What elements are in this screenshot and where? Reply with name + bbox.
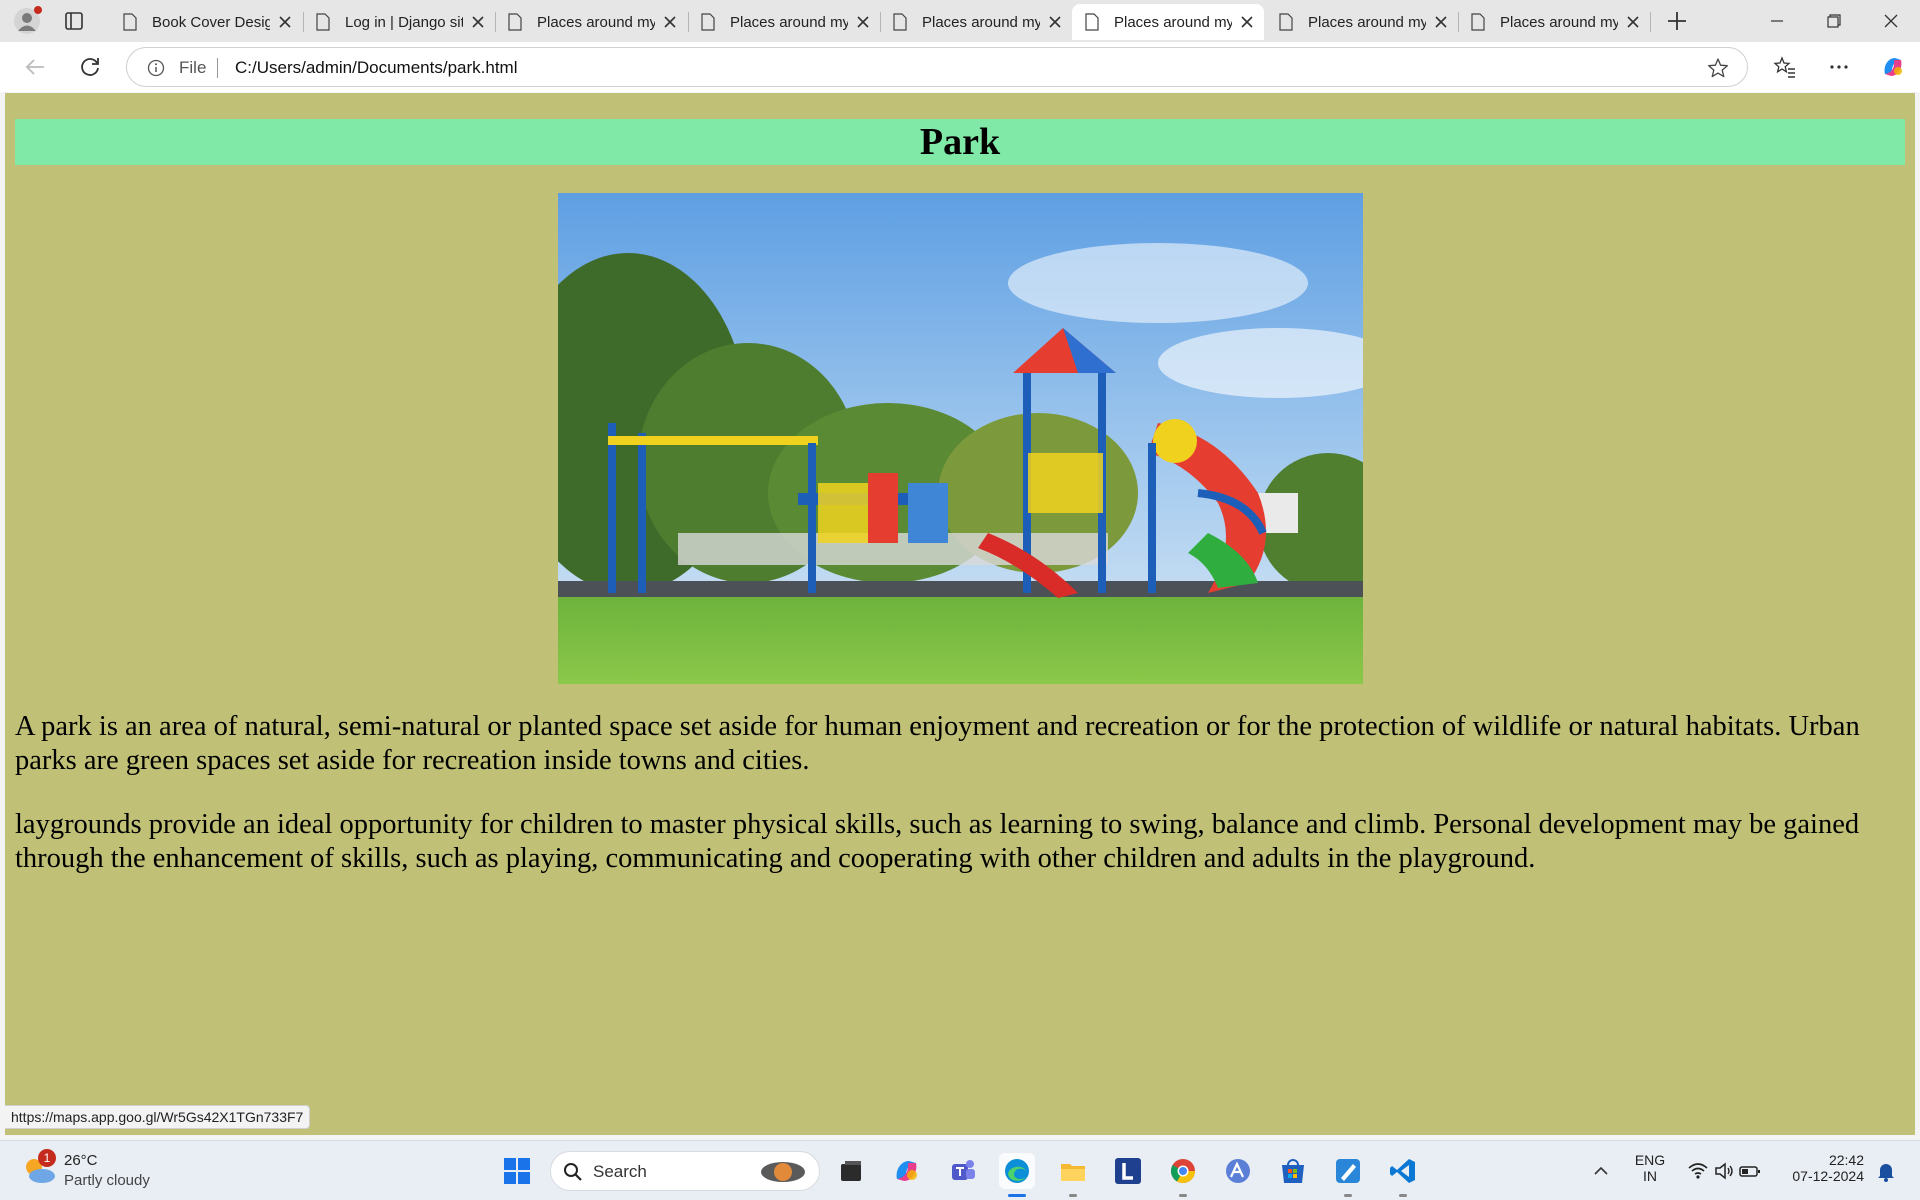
address-bar[interactable]: File C:/Users/admin/Documents/park.html <box>126 47 1748 87</box>
tab-title: Places around my city <box>922 13 1040 31</box>
page-heading: Park <box>15 119 1905 165</box>
page-icon <box>316 13 330 31</box>
tab-places-active[interactable]: Places around my city <box>1072 4 1264 40</box>
close-icon[interactable] <box>1048 15 1062 29</box>
arc-icon[interactable] <box>1220 1153 1256 1189</box>
clock-date: 07-12-2024 <box>1792 1168 1864 1184</box>
file-manager-icon[interactable] <box>833 1153 869 1189</box>
tab-separator <box>1650 12 1651 32</box>
weather-temperature: 26°C <box>64 1152 98 1169</box>
page-icon <box>1279 13 1293 31</box>
tab-places-1[interactable]: Places around my city <box>495 4 685 40</box>
tab-title: Log in | Django site admin <box>345 13 463 31</box>
browser-toolbar: File C:/Users/admin/Documents/park.html <box>0 42 1920 92</box>
app-running-indicator <box>1179 1194 1187 1197</box>
l-app-icon[interactable] <box>1110 1153 1146 1189</box>
scheme-label: File <box>179 58 207 77</box>
tab-title: Places around my city <box>1114 13 1232 31</box>
paragraph-park-definition: A park is an area of natural, semi-natur… <box>15 711 1860 776</box>
restore-icon[interactable] <box>1818 8 1848 34</box>
start-icon[interactable] <box>499 1153 535 1189</box>
page-icon <box>1471 13 1485 31</box>
url-text[interactable]: C:/Users/admin/Documents/park.html <box>235 58 517 78</box>
app-running-indicator <box>1399 1194 1407 1197</box>
search-icon <box>564 1163 582 1181</box>
page-icon <box>1085 13 1099 31</box>
minimize-icon[interactable] <box>1762 8 1792 34</box>
link-status-bar: https://maps.app.goo.gl/Wr5Gs42X1TGn733F… <box>5 1105 311 1129</box>
teams-icon[interactable] <box>945 1153 981 1189</box>
language-code: ENG <box>1634 1152 1666 1168</box>
taskbar-search[interactable]: Search <box>550 1151 820 1191</box>
back-arrow-icon[interactable] <box>20 52 50 82</box>
tab-actions-icon[interactable] <box>60 8 88 34</box>
close-icon[interactable] <box>1434 15 1448 29</box>
search-label: Search <box>593 1162 647 1181</box>
weather-widget[interactable]: 1 26°C Partly cloudy <box>22 1149 172 1193</box>
app-running-indicator <box>1069 1194 1077 1197</box>
battery-icon[interactable] <box>1732 1153 1768 1189</box>
close-icon[interactable] <box>471 15 485 29</box>
weather-alert-badge: 1 <box>38 1149 56 1167</box>
close-window-icon[interactable] <box>1876 8 1906 34</box>
region-code: IN <box>1643 1168 1657 1184</box>
paragraph-playgrounds: laygrounds provide an ideal opportunity … <box>15 809 1860 874</box>
tab-django-login[interactable]: Log in | Django site admin <box>303 4 493 40</box>
more-menu-icon[interactable] <box>1826 54 1852 80</box>
close-icon[interactable] <box>278 15 292 29</box>
tab-strip: Book Cover Design Log in | Django site a… <box>0 0 1920 42</box>
close-icon[interactable] <box>1240 15 1254 29</box>
tab-places-3[interactable]: Places around my city <box>880 4 1070 40</box>
tab-title: Places around my city <box>1500 13 1618 31</box>
tab-places-6[interactable]: Places around my city <box>1458 4 1648 40</box>
profile-avatar-icon[interactable] <box>12 6 42 36</box>
tab-title: Places around my city <box>1308 13 1426 31</box>
favorites-icon[interactable] <box>1772 54 1798 80</box>
paint-icon[interactable] <box>1330 1153 1366 1189</box>
file-explorer-icon[interactable] <box>1055 1153 1091 1189</box>
edge-icon[interactable] <box>999 1153 1035 1189</box>
clock[interactable]: 22:42 07-12-2024 <box>1780 1152 1864 1184</box>
vscode-icon[interactable] <box>1385 1153 1421 1189</box>
web-viewport: Park A park is an area of natural, semi-… <box>5 93 1915 1135</box>
tab-places-2[interactable]: Places around my city <box>688 4 878 40</box>
app-running-indicator <box>1344 1194 1352 1197</box>
page-icon <box>508 13 522 31</box>
search-highlight-planet-icon <box>761 1162 805 1182</box>
page-icon <box>893 13 907 31</box>
favorite-star-icon[interactable] <box>1707 57 1729 79</box>
active-app-indicator <box>1008 1194 1026 1197</box>
new-tab-plus-icon[interactable] <box>1664 8 1690 34</box>
tab-title: Places around my city <box>537 13 655 31</box>
page-icon <box>123 13 137 31</box>
close-icon[interactable] <box>663 15 677 29</box>
page-icon <box>701 13 715 31</box>
weather-description: Partly cloudy <box>64 1172 150 1189</box>
tab-title: Places around my city <box>730 13 848 31</box>
info-icon[interactable] <box>147 59 165 77</box>
store-icon[interactable] <box>1275 1153 1311 1189</box>
tab-places-5[interactable]: Places around my city <box>1266 4 1456 40</box>
playground-photo <box>558 193 1363 684</box>
copilot-icon[interactable] <box>1880 54 1906 80</box>
address-separator <box>217 58 218 78</box>
chevron-up-icon[interactable] <box>1583 1153 1619 1189</box>
copilot-app-icon[interactable] <box>889 1153 925 1189</box>
chrome-icon[interactable] <box>1165 1153 1201 1189</box>
close-icon[interactable] <box>1626 15 1640 29</box>
language-indicator[interactable]: ENG IN <box>1628 1152 1672 1184</box>
clock-time: 22:42 <box>1828 1152 1864 1168</box>
taskbar: 1 26°C Partly cloudy Search ENG IN 22:42… <box>0 1140 1920 1200</box>
tab-title: Book Cover Design <box>152 13 270 31</box>
notification-bell-icon[interactable] <box>1868 1153 1904 1189</box>
close-icon[interactable] <box>856 15 870 29</box>
refresh-icon[interactable] <box>75 52 105 82</box>
tab-book-cover[interactable]: Book Cover Design <box>110 4 300 40</box>
